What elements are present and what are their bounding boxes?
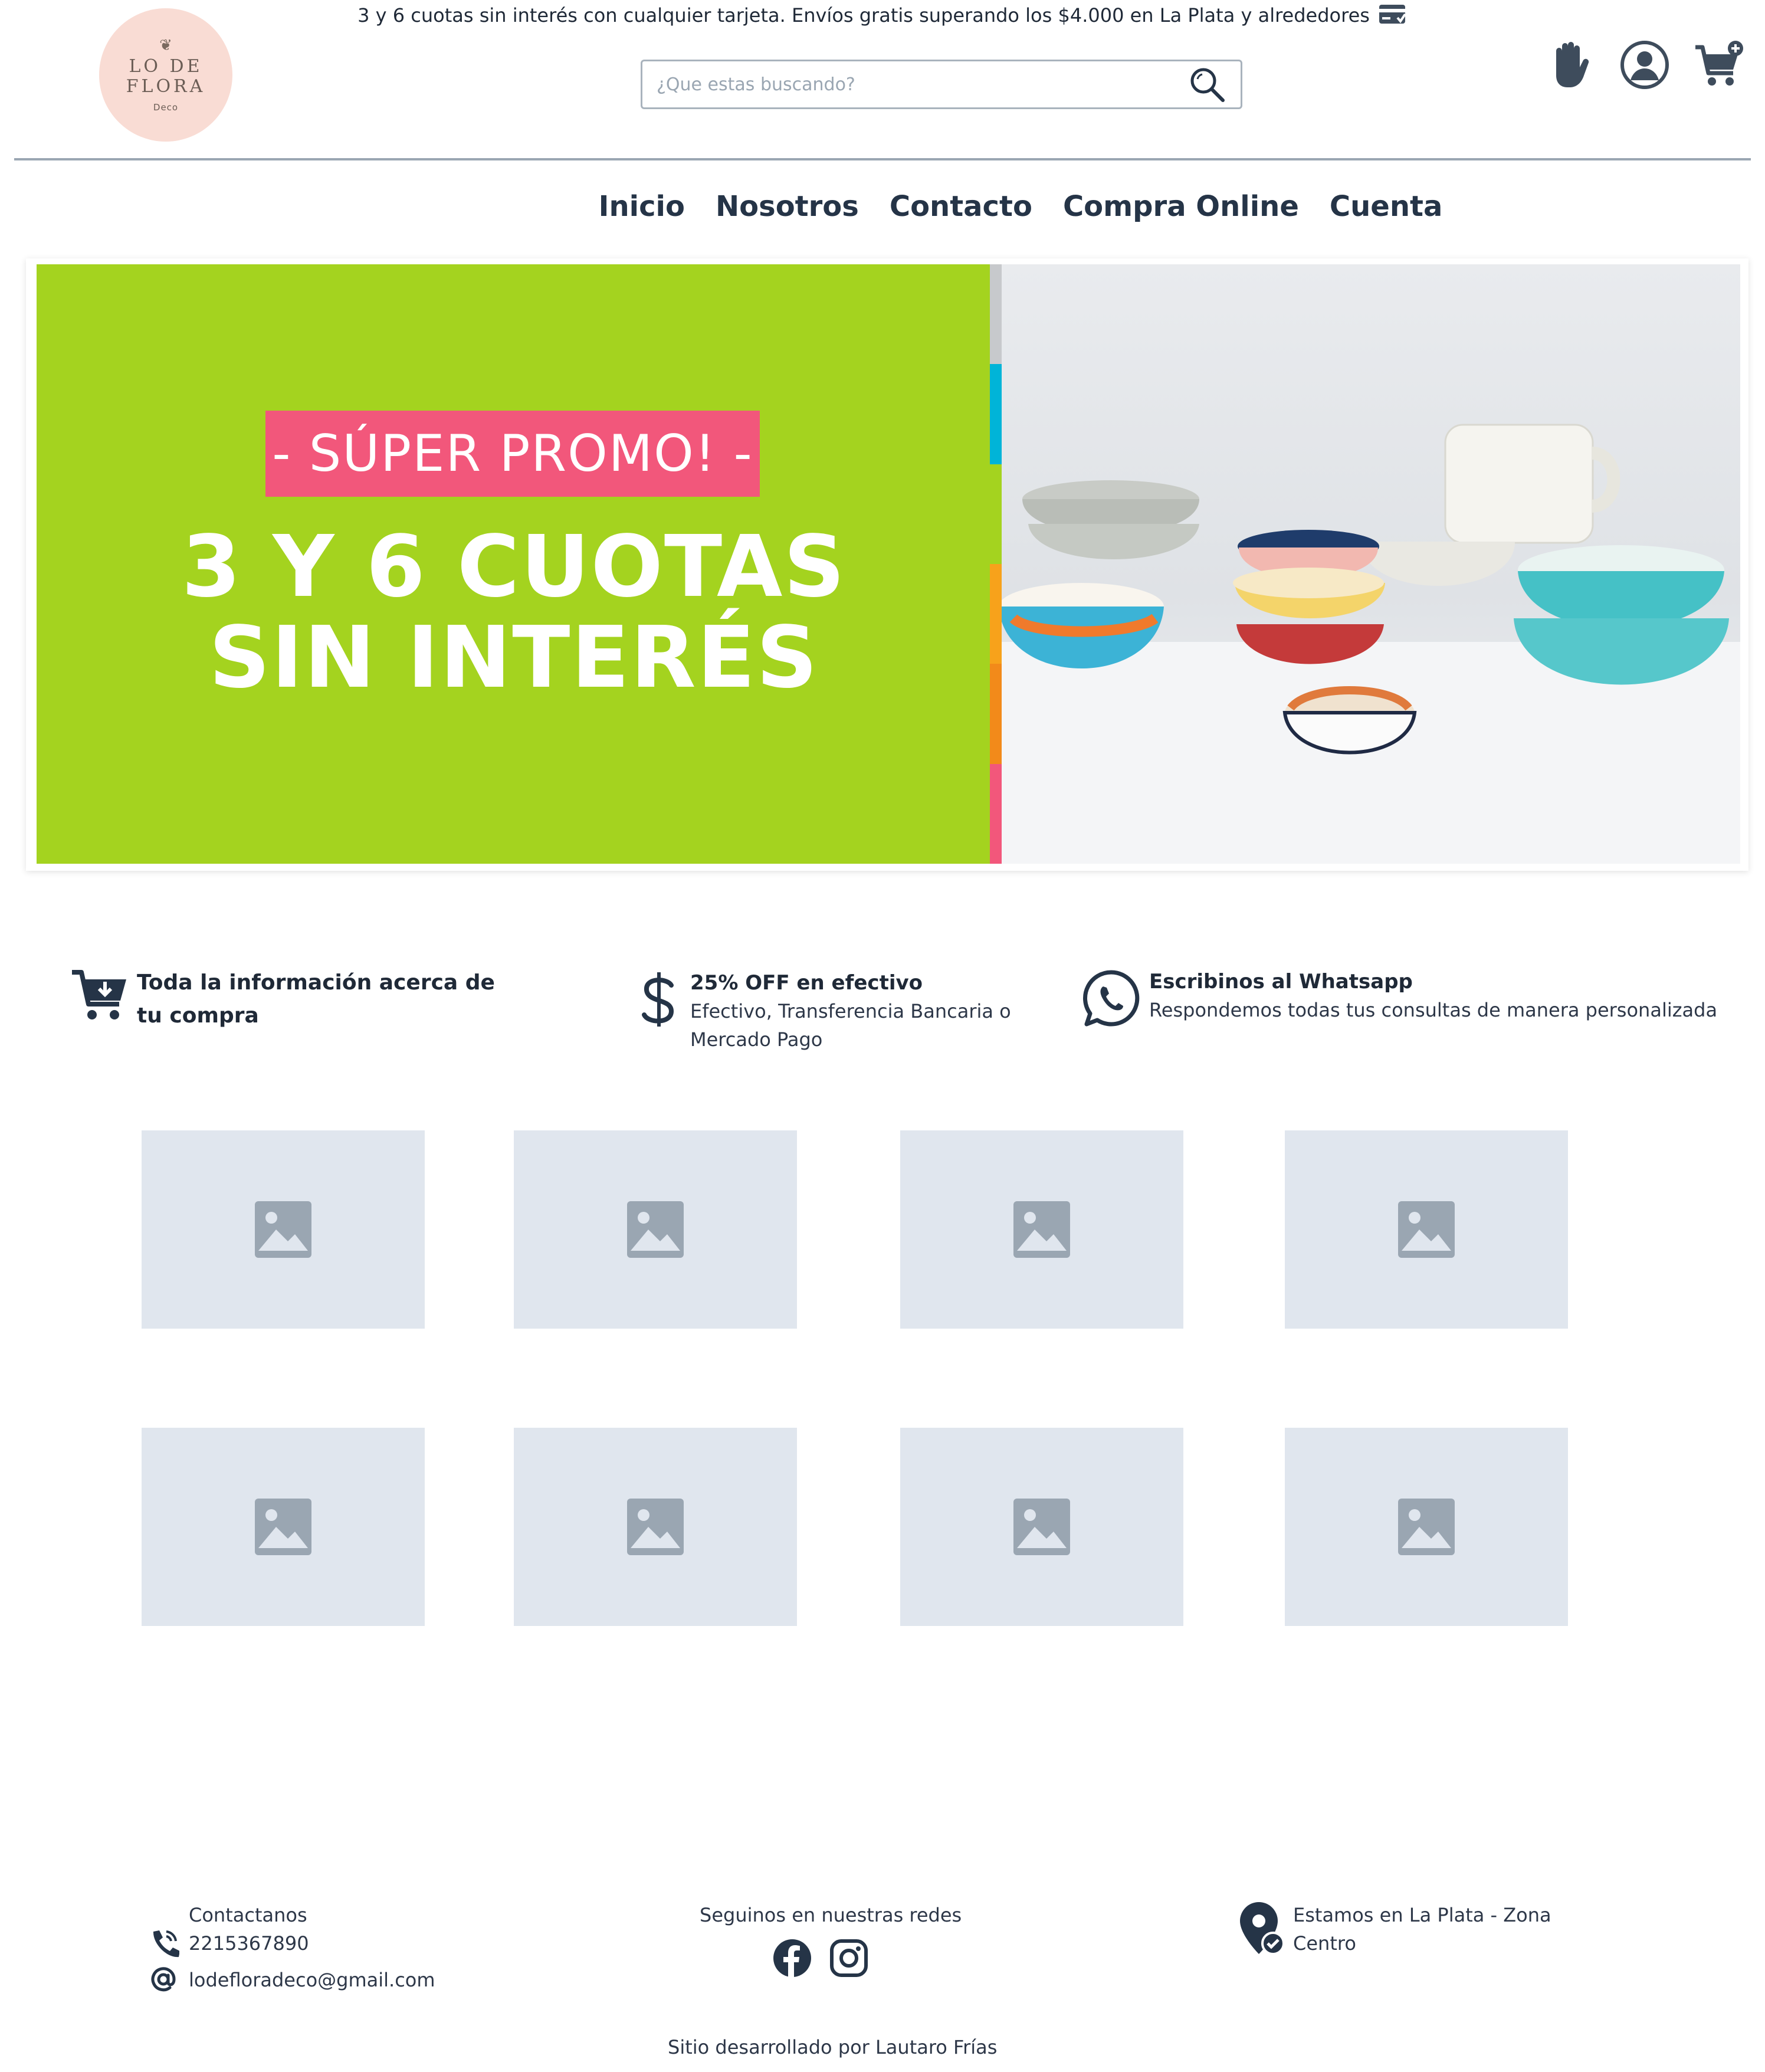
bowls-illustration: [1002, 424, 1740, 864]
footer-email[interactable]: lodefloradeco@gmail.com: [189, 1966, 435, 1994]
image-placeholder-icon: [1013, 1499, 1070, 1555]
logo-line1: LO DE: [129, 55, 203, 77]
instagram-icon[interactable]: [829, 1939, 868, 1978]
hand-icon[interactable]: [1544, 39, 1596, 91]
feature-title: 25% OFF en efectivo: [690, 971, 923, 995]
cart-plus-icon[interactable]: [1693, 39, 1745, 91]
product-card[interactable]: [514, 1130, 797, 1329]
whatsapp-icon: [1083, 970, 1140, 1027]
banner-color-stripes: [990, 264, 1002, 864]
product-card[interactable]: [1285, 1130, 1568, 1329]
footer-social-heading: Seguinos en nuestras redes: [700, 1904, 962, 1926]
feature-desc: Respondemos todas tus consultas de maner…: [1149, 998, 1718, 1021]
product-card[interactable]: [900, 1130, 1183, 1329]
image-placeholder-icon: [1398, 1201, 1455, 1258]
promo-label-text: - SÚPER PROMO! -: [272, 424, 753, 483]
search-box[interactable]: [641, 60, 1242, 109]
dollar-icon: [642, 972, 674, 1027]
footer-contact-heading: Contactanos: [189, 1904, 307, 1926]
image-placeholder-icon: [255, 1499, 311, 1555]
nav-item-nosotros[interactable]: Nosotros: [716, 190, 859, 237]
bowls-photo: [1002, 264, 1740, 864]
header-divider: [14, 158, 1751, 160]
footer-location-line2: Centro: [1293, 1932, 1356, 1955]
search-icon[interactable]: [1187, 65, 1226, 104]
cart-download-icon: [72, 970, 126, 1019]
feature-desc: Efectivo, Transferencia Bancaria o Merca…: [690, 999, 1011, 1051]
logo-leaf-icon: ❦: [159, 36, 172, 54]
feature-purchase-info[interactable]: Toda la información acerca de tu compra: [70, 966, 518, 1032]
feature-title: Toda la información acerca de tu compra: [137, 971, 495, 1028]
image-placeholder-icon: [627, 1499, 684, 1555]
feature-whatsapp[interactable]: Escribinos al Whatsapp Respondemos todas…: [1082, 969, 1737, 1028]
nav-item-contacto[interactable]: Contacto: [890, 190, 1032, 237]
at-sign-icon: [151, 1967, 176, 1992]
image-placeholder-icon: [255, 1201, 311, 1258]
logo[interactable]: ❦ LO DE FLORA Deco: [99, 8, 232, 142]
product-card[interactable]: [142, 1130, 425, 1329]
footer-phone[interactable]: 2215367890: [189, 1929, 309, 1958]
nav-item-compra-online[interactable]: Compra Online: [1063, 190, 1299, 237]
product-card[interactable]: [142, 1428, 425, 1626]
feature-cash-discount[interactable]: 25% OFF en efectivo Efectivo, Transferen…: [638, 970, 1028, 1054]
promo-label: - SÚPER PROMO! -: [265, 411, 760, 497]
feature-title: Escribinos al Whatsapp: [1149, 970, 1413, 994]
product-card[interactable]: [900, 1428, 1183, 1626]
announcement-bar: 3 y 6 cuotas sin interés con cualquier t…: [0, 0, 1765, 31]
search-input[interactable]: [657, 74, 1187, 95]
product-card[interactable]: [514, 1428, 797, 1626]
footer-credit: Sitio desarrollado por Lautaro Frías: [668, 2036, 998, 2058]
facebook-icon[interactable]: [773, 1939, 812, 1978]
credit-card-icon: [1379, 5, 1406, 24]
logo-line3: Deco: [153, 101, 179, 113]
location-pin-icon: [1240, 1902, 1285, 1955]
nav-item-cuenta[interactable]: Cuenta: [1330, 190, 1442, 237]
user-icon[interactable]: [1619, 39, 1671, 91]
main-nav: Inicio Nosotros Contacto Compra Online C…: [0, 190, 1765, 237]
image-placeholder-icon: [1398, 1499, 1455, 1555]
nav-item-inicio[interactable]: Inicio: [599, 190, 685, 237]
image-placeholder-icon: [627, 1201, 684, 1258]
phone-icon: [153, 1930, 179, 1958]
banner-headline-line2: SIN INTERÉS: [209, 608, 819, 707]
logo-line2: FLORA: [126, 76, 206, 97]
banner-headline-line1: 3 Y 6 CUOTAS: [181, 517, 847, 616]
announcement-text: 3 y 6 cuotas sin interés con cualquier t…: [357, 4, 1370, 27]
image-placeholder-icon: [1013, 1201, 1070, 1258]
footer-location-line1: Estamos en La Plata - Zona: [1293, 1904, 1551, 1926]
header-icons: [1544, 39, 1745, 91]
product-card[interactable]: [1285, 1428, 1568, 1626]
